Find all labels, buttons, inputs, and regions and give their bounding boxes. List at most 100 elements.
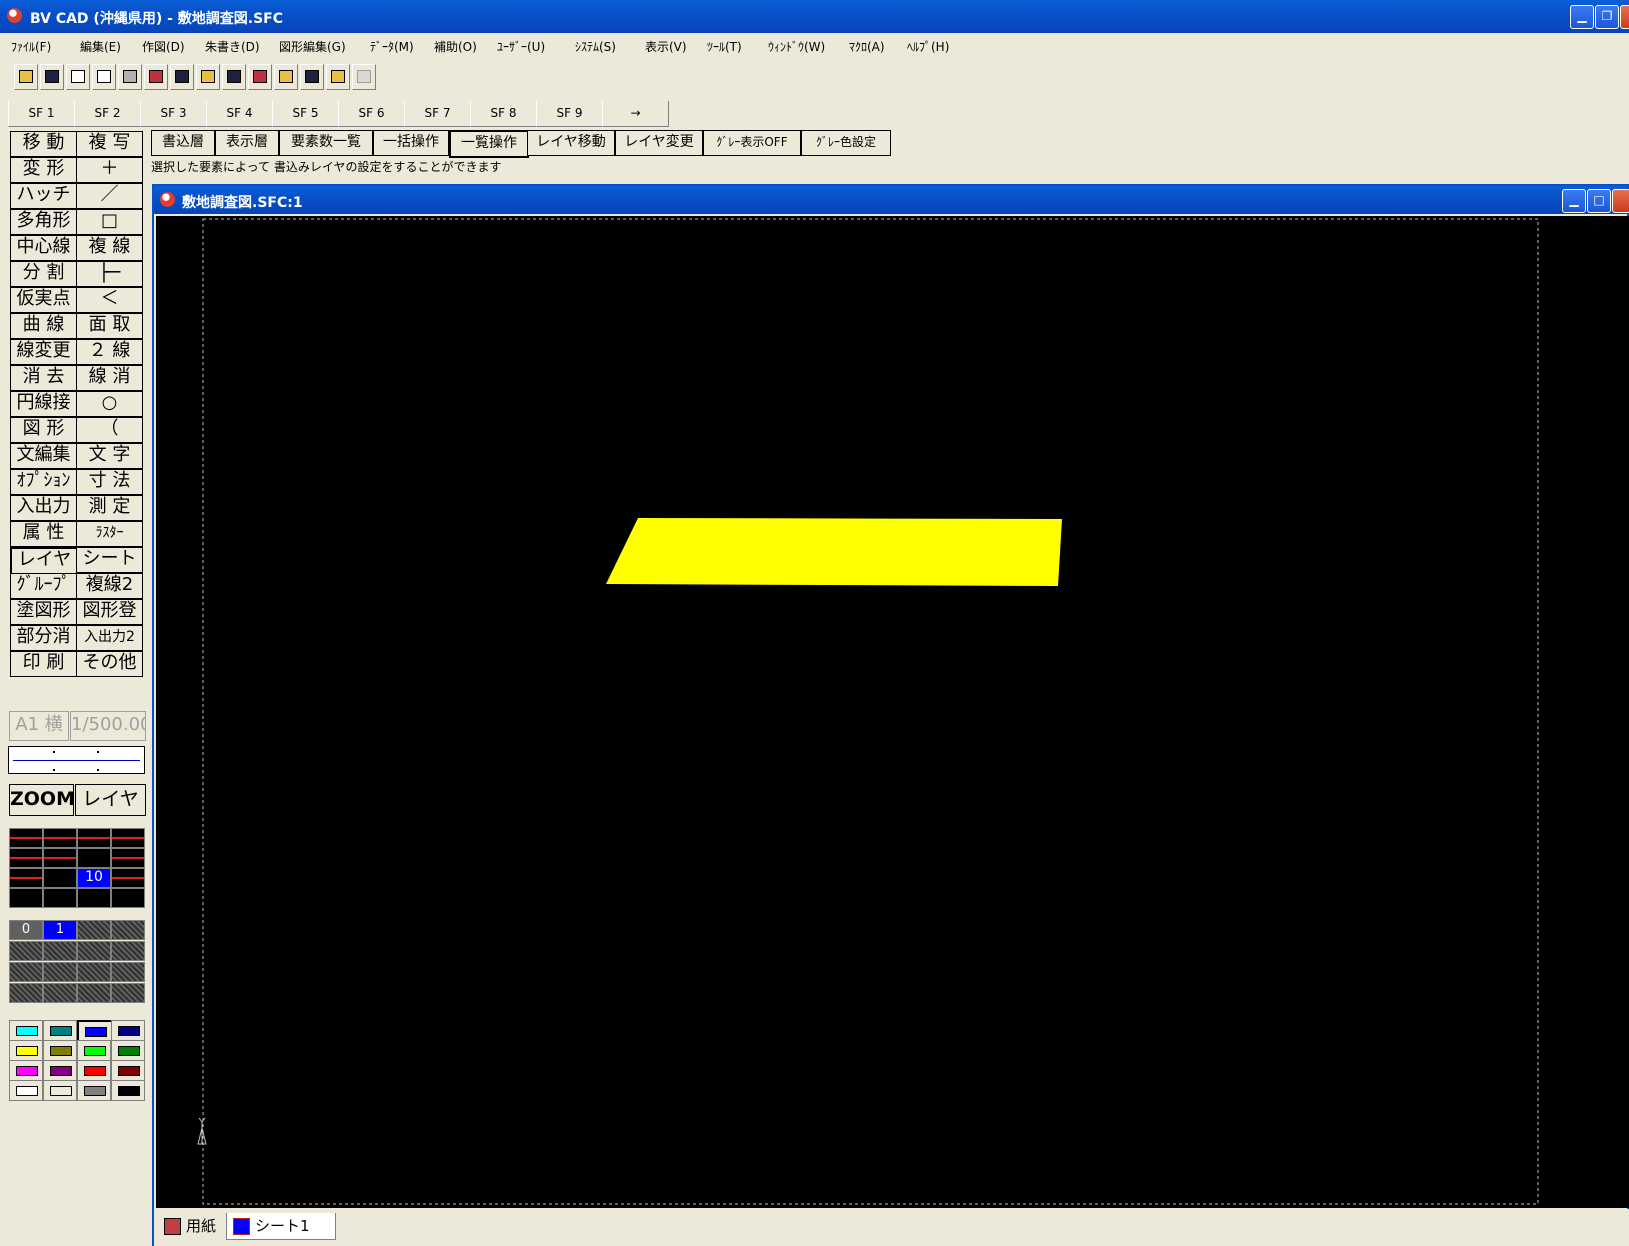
layer-change-button[interactable]: レイヤ変更 — [615, 130, 703, 156]
sf-tab-9[interactable]: SF 9 — [536, 101, 603, 127]
offset-line-button[interactable]: 複 線 — [76, 235, 143, 261]
sheet-cell-0[interactable]: 0 — [9, 920, 43, 940]
layer-move-button[interactable]: レイヤ移動 — [527, 130, 615, 156]
sheet-cell-1[interactable]: 1 — [43, 920, 77, 940]
element-count-list-button[interactable]: 要素数一覧 — [279, 130, 373, 156]
color-swatch-white[interactable] — [9, 1080, 43, 1101]
gray-color-setting-button[interactable]: ｸﾞﾚｰ色設定 — [801, 130, 891, 156]
circle-tangent-button[interactable]: 円線接 — [10, 391, 77, 417]
layer-cell[interactable] — [9, 828, 43, 848]
raster-button[interactable]: ﾗｽﾀｰ — [76, 521, 143, 547]
layer-cell[interactable] — [9, 868, 43, 888]
circle-button[interactable]: ○ — [76, 391, 143, 417]
option-button[interactable]: ｵﾌﾟｼｮﾝ — [10, 469, 77, 495]
color-swatch-navy[interactable] — [111, 1020, 145, 1041]
print-icon[interactable] — [118, 64, 142, 90]
sheet-button[interactable]: シート — [76, 547, 143, 573]
menu-file[interactable]: ﾌｧｲﾙ(F) — [11, 38, 51, 55]
arc-button[interactable]: （ — [76, 417, 143, 443]
open-p21-icon[interactable] — [274, 64, 298, 90]
layer-cell-selected[interactable]: 10 — [77, 868, 111, 888]
sheet-cell[interactable] — [9, 941, 43, 961]
line-button[interactable]: ／ — [76, 183, 143, 209]
attribute-button[interactable]: 属 性 — [10, 521, 77, 547]
sf-tab-next[interactable]: → — [602, 101, 669, 127]
sf-tab-6[interactable]: SF 6 — [338, 101, 405, 127]
display-layer-button[interactable]: 表示層 — [215, 130, 279, 156]
layer-cell[interactable] — [77, 828, 111, 848]
new-file-icon[interactable] — [66, 64, 90, 90]
sheet-cell[interactable] — [111, 920, 145, 940]
open-sfc-icon[interactable] — [196, 64, 220, 90]
sheet-cell[interactable] — [9, 962, 43, 982]
layer-cell[interactable] — [43, 828, 77, 848]
close-button[interactable] — [1620, 5, 1629, 29]
sheet-cell[interactable] — [77, 962, 111, 982]
line-change-button[interactable]: 線変更 — [10, 339, 77, 365]
print-button[interactable]: 印 刷 — [10, 651, 77, 677]
color-swatch-purple[interactable] — [43, 1060, 77, 1081]
group-button[interactable]: ｸﾞﾙｰﾌﾟ — [10, 573, 77, 599]
write-layer-button[interactable]: 書込層 — [151, 130, 215, 156]
minimize-button[interactable]: ▁ — [1570, 5, 1594, 29]
measure-button[interactable]: 測 定 — [76, 495, 143, 521]
layer-cell[interactable] — [43, 868, 77, 888]
sf-tab-1[interactable]: SF 1 — [8, 101, 75, 127]
hatch-button[interactable]: ハッチ — [10, 183, 77, 209]
menu-shape-edit[interactable]: 図形編集(G) — [279, 38, 346, 55]
save-p21-icon[interactable] — [300, 64, 324, 90]
layer-cell[interactable] — [77, 848, 111, 868]
temp-point-button[interactable]: 仮実点 — [10, 287, 77, 313]
layer-cell[interactable] — [111, 888, 145, 908]
open-jww-icon[interactable] — [326, 64, 350, 90]
menu-help[interactable]: ﾍﾙﾌﾟ(H) — [907, 38, 949, 55]
sf-tab-3[interactable]: SF 3 — [140, 101, 207, 127]
child-maximize-button[interactable]: □ — [1587, 189, 1611, 213]
io-2-button[interactable]: 入出力2 — [76, 625, 143, 651]
layer-button[interactable]: レイヤ — [10, 547, 78, 574]
sf-tab-5[interactable]: SF 5 — [272, 101, 339, 127]
point-button[interactable]: ＋ — [76, 157, 143, 183]
color-swatch-gray[interactable] — [77, 1080, 111, 1101]
layer-cell[interactable] — [9, 848, 43, 868]
color-swatch-light[interactable] — [43, 1080, 77, 1101]
zoom-button[interactable]: ZOOM — [9, 784, 75, 816]
chamfer-button[interactable]: 面 取 — [76, 313, 143, 339]
save-as-icon[interactable] — [170, 64, 194, 90]
app-icon[interactable] — [7, 8, 22, 23]
curve-button[interactable]: 曲 線 — [10, 313, 77, 339]
sheet-cell[interactable] — [43, 941, 77, 961]
batch-operation-button[interactable]: 一括操作 — [373, 130, 449, 156]
paper-size-field[interactable]: A1 横 — [9, 711, 69, 741]
drawing-canvas[interactable] — [156, 216, 1629, 1208]
color-swatch-dark-green[interactable] — [111, 1040, 145, 1061]
menu-system[interactable]: ｼｽﾃﾑ(S) — [575, 38, 616, 55]
menu-draw[interactable]: 作図(D) — [142, 38, 185, 55]
layer-cell[interactable] — [111, 848, 145, 868]
sheet-cell[interactable] — [9, 983, 43, 1003]
offset-line-2-button[interactable]: 複線2 — [76, 573, 143, 599]
other-button[interactable]: その他 — [76, 651, 143, 677]
shape-button[interactable]: 図 形 — [10, 417, 77, 443]
save-file-icon[interactable] — [40, 64, 64, 90]
line-erase-button[interactable]: 線 消 — [76, 365, 143, 391]
menu-tools[interactable]: ﾂｰﾙ(T) — [707, 38, 742, 55]
double-line-button[interactable]: ２ 線 — [76, 339, 143, 365]
site-parcel-shape[interactable] — [606, 518, 1062, 586]
layer-select-button[interactable]: レイヤ — [75, 784, 146, 816]
erase-button[interactable]: 消 去 — [10, 365, 77, 391]
color-swatch-yellow[interactable] — [9, 1040, 43, 1061]
io-button[interactable]: 入出力 — [10, 495, 77, 521]
angle-button[interactable]: ＜ — [76, 287, 143, 313]
sheet-cell[interactable] — [111, 941, 145, 961]
import-icon[interactable] — [144, 64, 168, 90]
divide-button[interactable]: 分 割 — [10, 261, 77, 287]
menu-view[interactable]: 表示(V) — [645, 38, 687, 55]
text-button[interactable]: 文 字 — [76, 443, 143, 469]
child-minimize-button[interactable]: ▁ — [1562, 189, 1586, 213]
child-close-button[interactable] — [1612, 189, 1629, 213]
partial-erase-button[interactable]: 部分消 — [10, 625, 77, 651]
polygon-button[interactable]: 多角形 — [10, 209, 77, 235]
text-edit-button[interactable]: 文編集 — [10, 443, 77, 469]
fill-shape-button[interactable]: 塗図形 — [10, 599, 77, 625]
